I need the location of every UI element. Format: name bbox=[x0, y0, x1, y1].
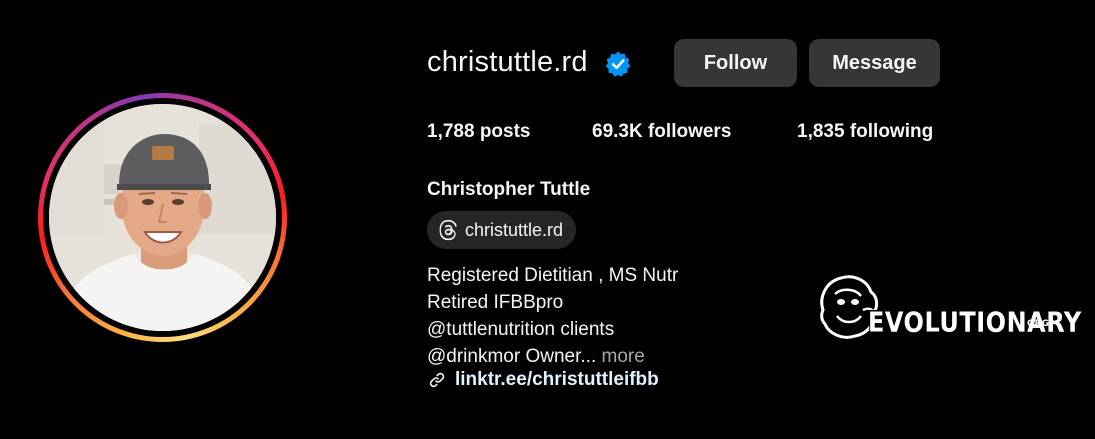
avatar-gap bbox=[43, 98, 282, 337]
bio-line: Registered Dietitian , MS Nutr bbox=[427, 265, 679, 286]
watermark-text: EVOLUTIONARY bbox=[868, 306, 1082, 339]
bio-line[interactable]: @tuttlenutrition clients bbox=[427, 316, 678, 343]
profile-avatar[interactable] bbox=[49, 104, 276, 331]
watermark: EVOLUTIONARY ORG bbox=[815, 270, 1081, 342]
bio: Registered Dietitian , MS Nutr Retired I… bbox=[427, 262, 678, 370]
verified-badge-icon bbox=[605, 51, 631, 77]
following-count[interactable]: 1,835 following bbox=[797, 121, 933, 143]
external-link-row[interactable]: linktr.ee/christuttleifbb bbox=[427, 369, 659, 391]
bio-line: Retired IFBBpro bbox=[427, 292, 564, 313]
avatar-photo bbox=[49, 104, 276, 331]
follow-button[interactable]: Follow bbox=[674, 39, 797, 87]
followers-count-text: 69.3K followers bbox=[592, 121, 732, 142]
watermark-suffix: ORG bbox=[1027, 319, 1049, 329]
posts-count-text: 1,788 posts bbox=[427, 121, 531, 142]
followers-count[interactable]: 69.3K followers bbox=[592, 121, 731, 143]
full-name: Christopher Tuttle bbox=[427, 179, 591, 200]
story-ring[interactable] bbox=[38, 93, 287, 342]
following-count-text: 1,835 following bbox=[797, 121, 934, 142]
link-icon bbox=[427, 370, 447, 390]
threads-icon bbox=[437, 219, 459, 241]
threads-handle: christuttle.rd bbox=[465, 219, 564, 240]
bio-line-last: @drinkmor Owner... more bbox=[427, 343, 678, 370]
bio-line-text[interactable]: @drinkmor Owner... bbox=[427, 346, 596, 367]
username: christuttle.rd bbox=[427, 46, 588, 78]
more-button[interactable]: more bbox=[602, 346, 645, 367]
posts-count: 1,788 posts bbox=[427, 121, 531, 143]
threads-badge[interactable]: christuttle.rd bbox=[427, 211, 576, 249]
external-link[interactable]: linktr.ee/christuttleifbb bbox=[455, 369, 659, 391]
message-button[interactable]: Message bbox=[809, 39, 940, 87]
